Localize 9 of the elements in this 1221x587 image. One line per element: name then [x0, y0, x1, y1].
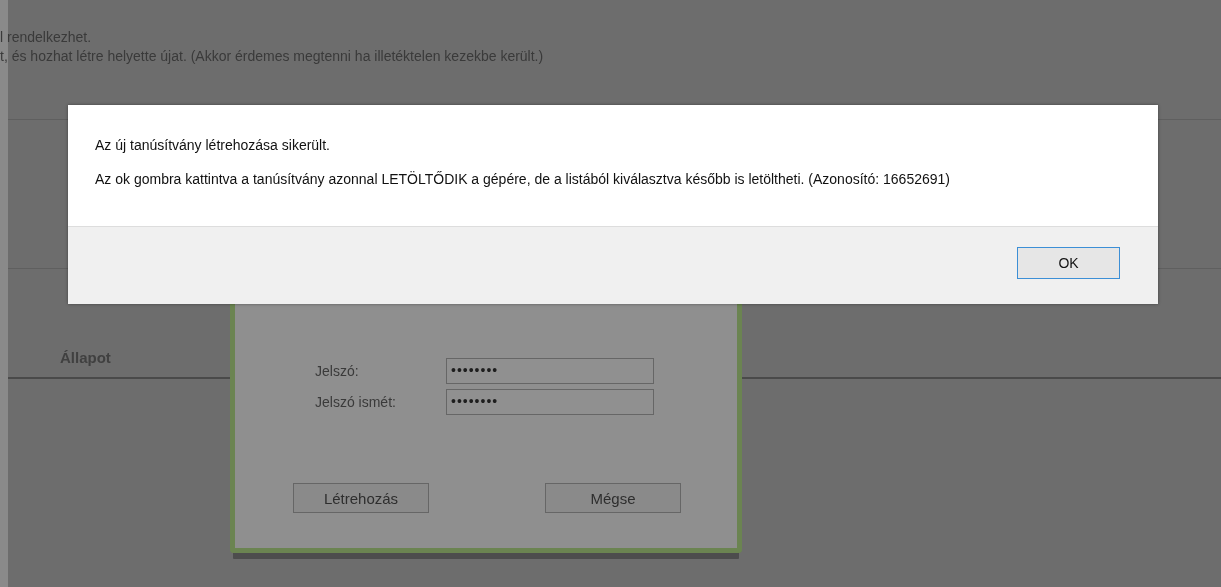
password-field[interactable]: ••••••••	[446, 358, 654, 384]
message-text: Az ok gombra kattintva a tanúsítvány azonnal LETÖLTŐDIK a gépére, de a listából kiválasztva később is letöltheti. (Azonosító: 16652691)	[95, 171, 951, 187]
password-field[interactable]: ••••••••	[446, 389, 654, 415]
message-text: Az új tanúsítvány létrehozása sikerült.	[95, 137, 331, 153]
dialog-button[interactable]: Mégse	[545, 483, 681, 513]
field-label: Jelszó ismét:	[315, 394, 397, 410]
ok-button[interactable]: OK	[1017, 247, 1120, 279]
dialog-button[interactable]: Létrehozás	[293, 483, 429, 513]
field-label: Jelszó:	[315, 363, 360, 379]
